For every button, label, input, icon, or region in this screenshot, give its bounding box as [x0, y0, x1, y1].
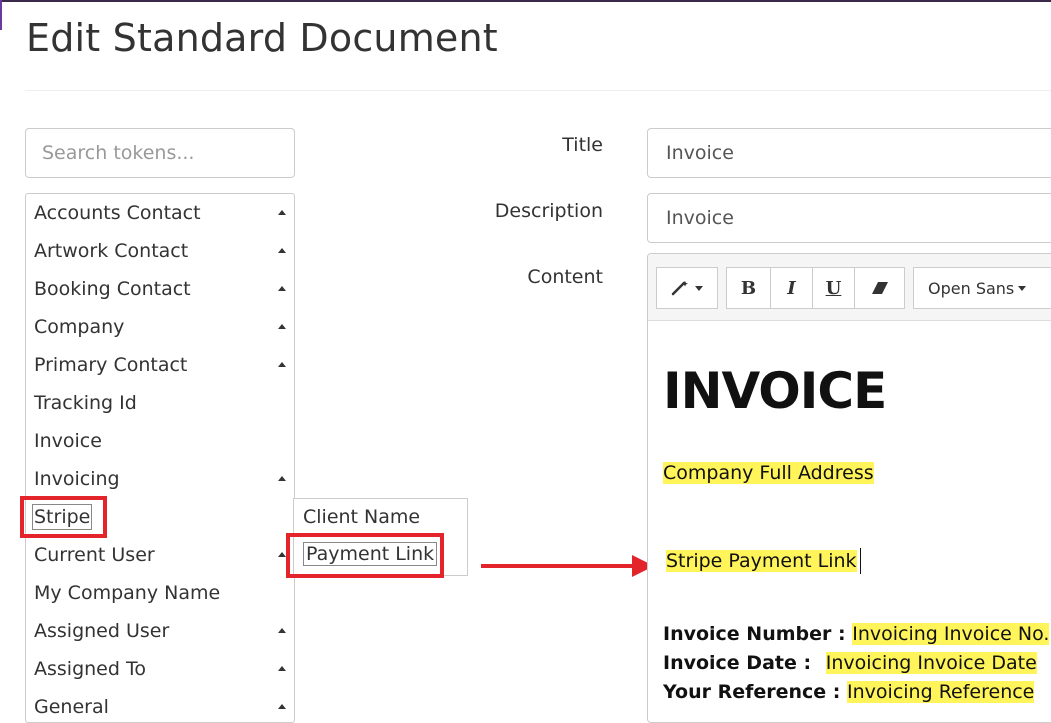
caret-up-icon[interactable]	[278, 324, 286, 329]
content-editor: B I U Open Sans INVOICE Company Full Add…	[647, 253, 1051, 723]
window-top-border	[0, 0, 1051, 2]
magic-wand-icon	[671, 281, 688, 296]
annotation-highlight-stripe	[20, 496, 107, 538]
invoice-number-field: Invoice Number : Invoicing Invoice No.	[663, 623, 1050, 645]
caret-up-icon[interactable]	[278, 362, 286, 367]
token-group-general[interactable]: General	[34, 690, 292, 722]
title-label: Title	[562, 134, 603, 156]
token-group-primary-contact[interactable]: Primary Contact	[34, 348, 292, 382]
content-label: Content	[527, 266, 603, 288]
bold-button[interactable]: B	[726, 267, 771, 309]
annotation-arrow-line	[481, 564, 636, 568]
caret-up-icon[interactable]	[278, 248, 286, 253]
token-group-company[interactable]: Company	[34, 310, 292, 344]
caret-up-icon[interactable]	[278, 704, 286, 709]
window-left-accent	[0, 0, 2, 30]
token-label: General	[34, 696, 109, 718]
text-cursor	[859, 548, 861, 574]
font-family-label: Open Sans	[928, 278, 1015, 298]
field-label: Invoice Date :	[663, 652, 812, 674]
document-heading: INVOICE	[663, 362, 887, 420]
chevron-down-icon	[1018, 285, 1027, 291]
token-label: Accounts Contact	[34, 202, 201, 224]
stripe-payment-token-line: Stripe Payment Link	[666, 548, 861, 574]
underline-button[interactable]: U	[812, 267, 855, 309]
eraser-icon	[871, 282, 888, 294]
company-address-token: Company Full Address	[663, 462, 874, 484]
invoice-date-field: Invoice Date : Invoicing Invoice Date	[663, 652, 1037, 674]
token-label: Invoicing	[34, 468, 120, 490]
editor-toolbar: B I U Open Sans	[648, 254, 1051, 321]
token-group-accounts-contact[interactable]: Accounts Contact	[34, 196, 292, 230]
page-title: Edit Standard Document	[26, 16, 498, 60]
token-label: Current User	[34, 544, 155, 566]
token-label: Booking Contact	[34, 278, 191, 300]
token-group-invoicing[interactable]: Invoicing	[34, 462, 292, 496]
field-token: Invoicing Invoice Date	[825, 652, 1037, 674]
field-token: Invoicing Reference	[847, 681, 1035, 703]
stripe-payment-link-token: Stripe Payment Link	[666, 549, 857, 572]
field-label: Invoice Number :	[663, 623, 846, 645]
editor-content-area[interactable]: INVOICE Company Full Address Stripe Paym…	[648, 320, 1051, 722]
font-family-dropdown[interactable]: Open Sans	[913, 267, 1051, 309]
clear-format-button[interactable]	[854, 267, 905, 309]
token-invoice[interactable]: Invoice	[34, 424, 292, 458]
token-label: Invoice	[34, 430, 102, 452]
token-label: Artwork Contact	[34, 240, 189, 262]
header-divider	[25, 90, 1051, 91]
description-input[interactable]	[647, 193, 1051, 243]
italic-button[interactable]: I	[770, 267, 813, 309]
token-label: Tracking Id	[34, 392, 137, 414]
caret-up-icon[interactable]	[278, 666, 286, 671]
token-tracking-id[interactable]: Tracking Id	[34, 386, 292, 420]
token-list: Accounts Contact Artwork Contact Booking…	[25, 193, 295, 723]
token-label: Assigned To	[34, 658, 146, 680]
token-group-booking-contact[interactable]: Booking Contact	[34, 272, 292, 306]
caret-up-icon[interactable]	[278, 552, 286, 557]
caret-up-icon[interactable]	[278, 210, 286, 215]
token-my-company-name[interactable]: My Company Name	[34, 576, 292, 610]
token-group-current-user[interactable]: Current User	[34, 538, 292, 572]
annotation-highlight-payment-link	[286, 533, 444, 578]
token-label: My Company Name	[34, 582, 221, 604]
caret-up-icon[interactable]	[278, 286, 286, 291]
style-dropdown-button[interactable]	[656, 267, 718, 309]
token-label: Company	[34, 316, 125, 338]
chevron-down-icon	[695, 285, 703, 291]
field-token: Invoicing Invoice No.	[852, 623, 1050, 645]
token-group-assigned-to[interactable]: Assigned To	[34, 652, 292, 686]
token-group-assigned-user[interactable]: Assigned User	[34, 614, 292, 648]
token-group-artwork-contact[interactable]: Artwork Contact	[34, 234, 292, 268]
title-input[interactable]	[647, 128, 1051, 178]
caret-up-icon[interactable]	[278, 628, 286, 633]
your-reference-field: Your Reference : Invoicing Reference	[663, 681, 1035, 703]
token-label: Assigned User	[34, 620, 170, 642]
field-label: Your Reference :	[663, 681, 841, 703]
token-client-name[interactable]: Client Name	[303, 506, 420, 528]
token-label: Primary Contact	[34, 354, 188, 376]
search-tokens-input[interactable]	[25, 128, 295, 178]
caret-up-icon[interactable]	[278, 476, 286, 481]
description-label: Description	[494, 200, 603, 222]
